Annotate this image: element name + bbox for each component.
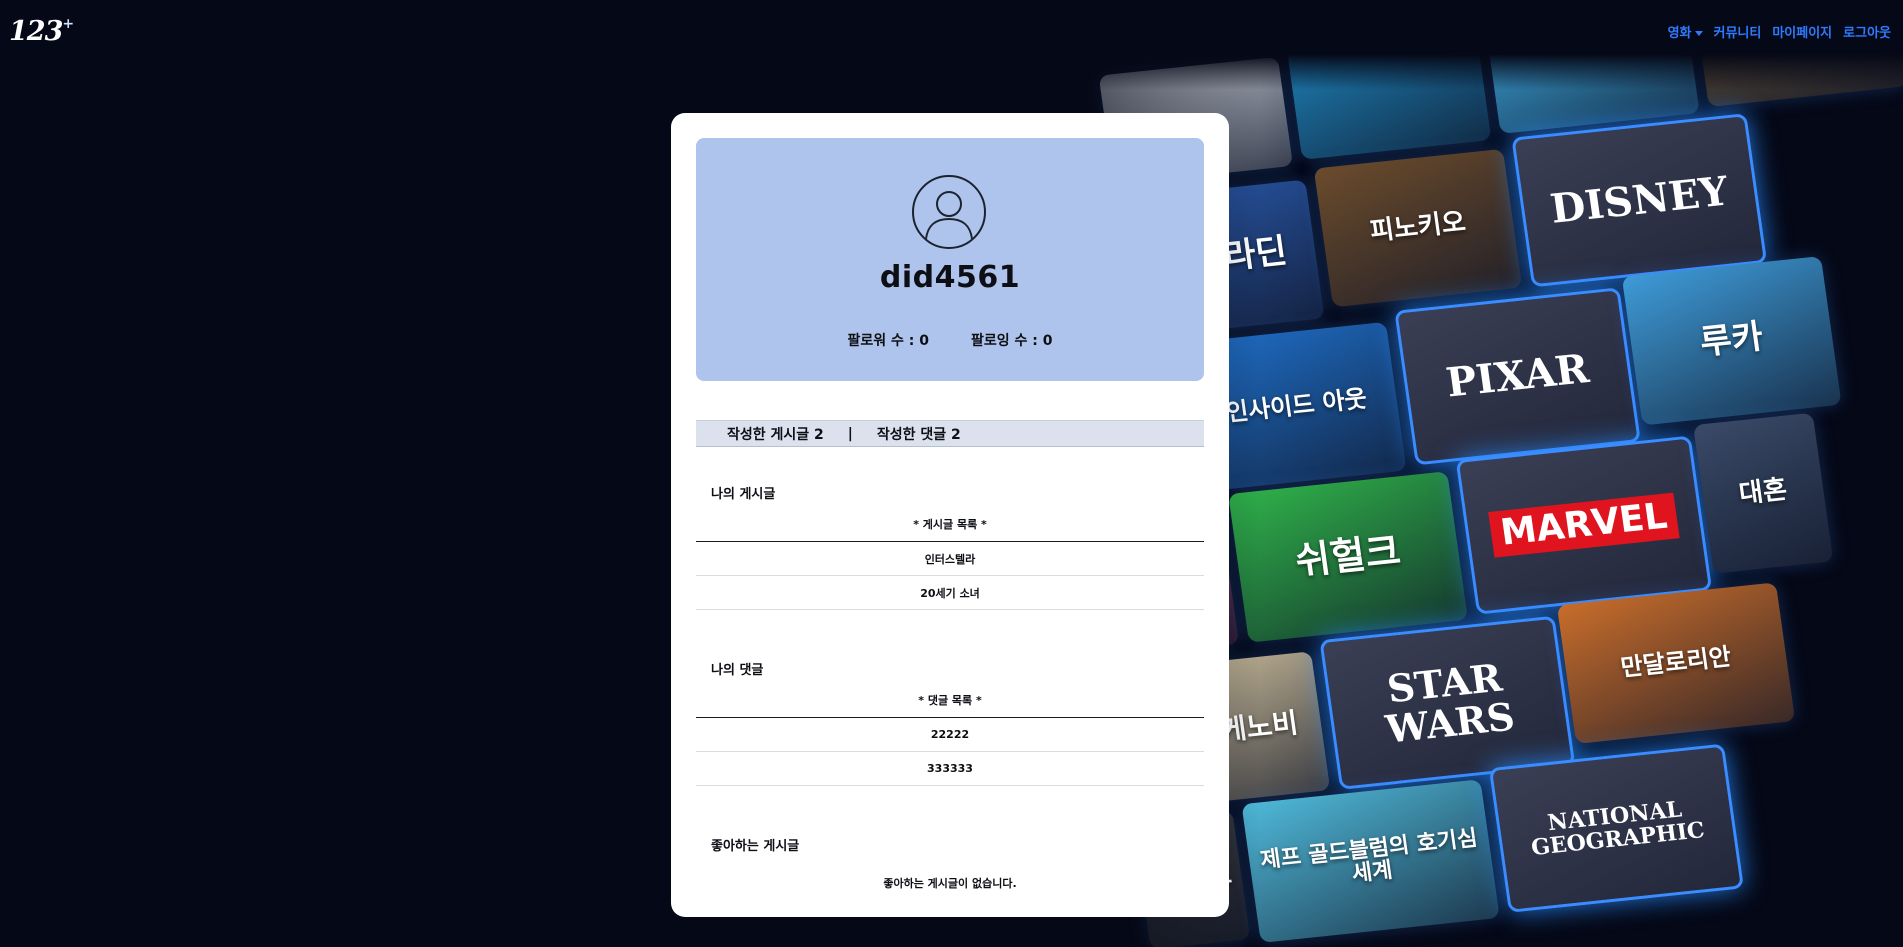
tab-written-posts[interactable]: 작성한 게시글 2 (727, 424, 824, 444)
my-comments-title: 나의 댓글 (711, 663, 764, 678)
nav-community-link[interactable]: 커뮤니티 (1714, 22, 1762, 41)
poster-tile: 피노키오 (1313, 148, 1523, 308)
my-comments-header: * 댓글 목록 * (918, 694, 982, 707)
top-navbar: 123+ 영화 커뮤니티 마이페이지 로그아웃 (0, 0, 1903, 64)
nav-movies-label: 영화 (1667, 26, 1692, 41)
logo-text: 123 (9, 16, 63, 47)
poster-title: MARVEL (1487, 492, 1681, 558)
liked-posts-empty-message: 좋아하는 게시글이 없습니다. (883, 877, 1017, 890)
mypage-card: did4561 팔로워 수 : 0 팔로잉 수 : 0 작성한 게시글 2 | … (671, 113, 1229, 917)
avatar (912, 175, 986, 249)
poster-title: 쉬헐크 (1292, 528, 1404, 584)
follow-stats: 팔로워 수 : 0 팔로잉 수 : 0 (696, 330, 1204, 350)
poster-title: 만달로리안 (1619, 642, 1733, 683)
brand-tile: NATIONAL GEOGRAPHIC (1488, 743, 1744, 913)
my-posts-header: * 게시글 목록 * (913, 518, 987, 531)
liked-posts-title: 좋아하는 게시글 (711, 839, 800, 854)
poster-tile: 루카 (1621, 256, 1842, 426)
poster-tile: 대혼 (1693, 412, 1834, 574)
activity-tabs: 작성한 게시글 2 | 작성한 댓글 2 (696, 420, 1204, 447)
poster-title: STAR WARS (1382, 654, 1518, 752)
followers-count[interactable]: 팔로워 수 : 0 (848, 330, 929, 350)
nav-logout-link[interactable]: 로그아웃 (1843, 22, 1891, 41)
post-list-item[interactable]: 인터스텔라 (696, 542, 1204, 576)
following-count[interactable]: 팔로잉 수 : 0 (971, 330, 1052, 350)
poster-title: NATIONAL GEOGRAPHIC (1529, 796, 1707, 862)
user-icon (925, 191, 973, 240)
comment-list-item[interactable]: 333333 (696, 752, 1204, 786)
poster-title: DISNEY (1547, 167, 1731, 233)
my-posts-title: 나의 게시글 (711, 487, 776, 502)
poster-title (1382, 89, 1396, 102)
poster-title: 루카 (1697, 316, 1766, 364)
poster-tile: 쉬헐크 (1228, 471, 1468, 643)
brand-tile: MARVEL (1455, 435, 1713, 615)
poster-title: PIXAR (1443, 345, 1592, 407)
nav-links: 영화 커뮤니티 마이페이지 로그아웃 (1668, 22, 1891, 41)
tab-written-comments[interactable]: 작성한 댓글 2 (877, 424, 961, 444)
comment-list-item[interactable]: 22222 (696, 718, 1204, 752)
profile-username: did4561 (879, 260, 1021, 295)
poster-title: 피노키오 (1368, 207, 1468, 248)
poster-title: 대혼 (1737, 475, 1790, 510)
poster-title: 제프 골드블럼의 호기심 세계 (1258, 825, 1480, 887)
logo-plus: + (62, 16, 74, 32)
site-logo[interactable]: 123+ (9, 16, 74, 47)
profile-panel: did4561 팔로워 수 : 0 팔로잉 수 : 0 (696, 138, 1204, 381)
caret-down-icon (1694, 31, 1703, 36)
brand-tile: PIXAR (1394, 287, 1641, 466)
poster-tile: 제프 골드블럼의 호기심 세계 (1241, 779, 1500, 943)
tab-separator: | (847, 425, 853, 442)
nav-movies-dropdown[interactable]: 영화 (1668, 22, 1703, 41)
nav-mypage-link[interactable]: 마이페이지 (1772, 22, 1832, 41)
post-list-item[interactable]: 20세기 소녀 (696, 576, 1204, 610)
brand-tile: DISNEY (1511, 113, 1768, 288)
poster-tile: 만달로리안 (1556, 582, 1796, 744)
